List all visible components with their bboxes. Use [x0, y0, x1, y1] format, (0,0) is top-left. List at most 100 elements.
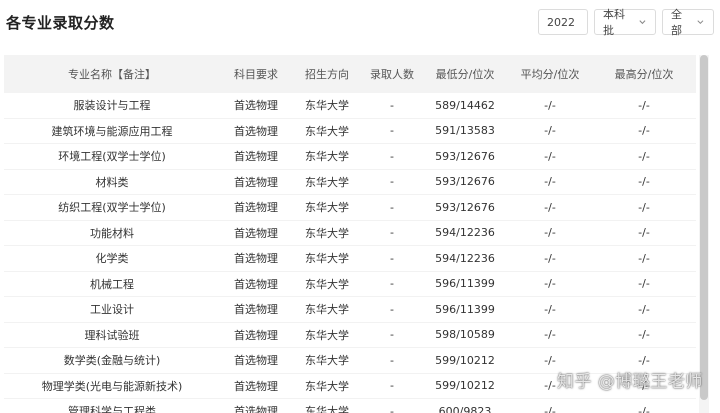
cell-max-score-rank: -/-: [592, 143, 696, 170]
header-admitted-count: 录取人数: [362, 55, 422, 93]
chevron-down-icon: [697, 20, 704, 25]
cell-max-score-rank: -/-: [592, 194, 696, 221]
table-row: 工业设计 首选物理 东华大学 -596/11399 -/- -/-: [4, 296, 696, 323]
cell-min-score-rank: 599/10212: [422, 347, 508, 374]
cell-subject-requirement: 首选物理: [220, 373, 292, 399]
cell-major-name: 纺织工程(双学士学位): [4, 194, 220, 221]
header-max-score-rank: 最高分/位次: [592, 55, 696, 93]
cell-enrollment-direction: 东华大学: [292, 271, 362, 297]
cell-major-name: 数学类(金融与统计): [4, 347, 220, 374]
cell-avg-score-rank: -/-: [508, 93, 592, 119]
cell-major-name: 物理学类(光电与能源新技术): [4, 373, 220, 399]
table-row: 管理科学与工程类 首选物理 东华大学 -600/9823 -/- -/-: [4, 398, 696, 413]
cell-min-score-rank: 594/12236: [422, 245, 508, 272]
cell-enrollment-direction: 东华大学: [292, 245, 362, 272]
cell-major-name: 环境工程(双学士学位): [4, 143, 220, 170]
cell-max-score-rank: -/-: [592, 118, 696, 144]
scope-select-value: 全部: [671, 8, 682, 37]
cell-major-name: 机械工程: [4, 271, 220, 297]
cell-min-score-rank: 598/10589: [422, 322, 508, 348]
cell-enrollment-direction: 东华大学: [292, 169, 362, 195]
table-scrollbar[interactable]: [699, 55, 709, 413]
cell-max-score-rank: -/-: [592, 169, 696, 195]
cell-avg-score-rank: -/-: [508, 322, 592, 348]
cell-avg-score-rank: -/-: [508, 194, 592, 221]
cell-admitted-count: -: [362, 143, 422, 170]
batch-select[interactable]: 本科批: [594, 8, 656, 37]
header-avg-score-rank: 平均分/位次: [508, 55, 592, 93]
table-row: 纺织工程(双学士学位) 首选物理 东华大学 -593/12676 -/- -/-: [4, 194, 696, 221]
cell-admitted-count: -: [362, 118, 422, 144]
cell-subject-requirement: 首选物理: [220, 296, 292, 323]
cell-subject-requirement: 首选物理: [220, 322, 292, 348]
cell-max-score-rank: -/-: [592, 93, 696, 119]
cell-max-score-rank: -/-: [592, 322, 696, 348]
cell-max-score-rank: -/-: [592, 373, 696, 399]
scores-table: 专业名称【备注】 科目要求 招生方向 录取人数 最低分/位次 平均分/位次 最高…: [4, 55, 696, 413]
year-select-value: 2022: [547, 15, 575, 29]
header-major-name: 专业名称【备注】: [4, 55, 220, 93]
table-header-row: 专业名称【备注】 科目要求 招生方向 录取人数 最低分/位次 平均分/位次 最高…: [4, 55, 696, 93]
cell-major-name: 服装设计与工程: [4, 93, 220, 119]
cell-major-name: 化学类: [4, 245, 220, 272]
cell-subject-requirement: 首选物理: [220, 143, 292, 170]
chevron-down-icon: [639, 20, 646, 25]
cell-admitted-count: -: [362, 271, 422, 297]
table-row: 数学类(金融与统计) 首选物理 东华大学 -599/10212 -/- -/-: [4, 347, 696, 374]
cell-major-name: 材料类: [4, 169, 220, 195]
cell-avg-score-rank: -/-: [508, 245, 592, 272]
header-subject-requirement: 科目要求: [220, 55, 292, 93]
cell-major-name: 建筑环境与能源应用工程: [4, 118, 220, 144]
cell-subject-requirement: 首选物理: [220, 93, 292, 119]
batch-select-value: 本科批: [603, 8, 625, 37]
table-row: 服装设计与工程 首选物理 东华大学 -589/14462 -/- -/-: [4, 93, 696, 119]
cell-max-score-rank: -/-: [592, 245, 696, 272]
cell-enrollment-direction: 东华大学: [292, 194, 362, 221]
cell-min-score-rank: 589/14462: [422, 93, 508, 119]
cell-min-score-rank: 593/12676: [422, 194, 508, 221]
table-row: 功能材料 首选物理 东华大学 -594/12236 -/- -/-: [4, 220, 696, 246]
table-row: 物理学类(光电与能源新技术) 首选物理 东华大学 -599/10212 -/- -/-: [4, 373, 696, 399]
year-select[interactable]: 2022: [538, 9, 588, 35]
cell-admitted-count: -: [362, 169, 422, 195]
cell-admitted-count: -: [362, 245, 422, 272]
cell-admitted-count: -: [362, 347, 422, 374]
cell-admitted-count: -: [362, 398, 422, 413]
cell-min-score-rank: 593/12676: [422, 169, 508, 195]
cell-subject-requirement: 首选物理: [220, 347, 292, 374]
scores-table-container: 专业名称【备注】 科目要求 招生方向 录取人数 最低分/位次 平均分/位次 最高…: [4, 55, 696, 413]
cell-major-name: 理科试验班: [4, 322, 220, 348]
cell-subject-requirement: 首选物理: [220, 245, 292, 272]
cell-min-score-rank: 591/13583: [422, 118, 508, 144]
table-row: 环境工程(双学士学位) 首选物理 东华大学 -593/12676 -/- -/-: [4, 143, 696, 170]
table-row: 理科试验班 首选物理 东华大学 -598/10589 -/- -/-: [4, 322, 696, 348]
cell-min-score-rank: 594/12236: [422, 220, 508, 246]
cell-max-score-rank: -/-: [592, 271, 696, 297]
scope-select[interactable]: 全部: [662, 8, 714, 37]
cell-subject-requirement: 首选物理: [220, 194, 292, 221]
cell-max-score-rank: -/-: [592, 398, 696, 413]
cell-avg-score-rank: -/-: [508, 373, 592, 399]
scrollbar-thumb[interactable]: [700, 55, 708, 400]
cell-admitted-count: -: [362, 373, 422, 399]
cell-avg-score-rank: -/-: [508, 220, 592, 246]
cell-subject-requirement: 首选物理: [220, 271, 292, 297]
cell-avg-score-rank: -/-: [508, 296, 592, 323]
cell-min-score-rank: 600/9823: [422, 398, 508, 413]
cell-admitted-count: -: [362, 220, 422, 246]
cell-max-score-rank: -/-: [592, 296, 696, 323]
cell-admitted-count: -: [362, 296, 422, 323]
cell-min-score-rank: 599/10212: [422, 373, 508, 399]
page-title: 各专业录取分数: [6, 14, 115, 32]
header-enrollment-direction: 招生方向: [292, 55, 362, 93]
cell-admitted-count: -: [362, 93, 422, 119]
cell-avg-score-rank: -/-: [508, 347, 592, 374]
cell-enrollment-direction: 东华大学: [292, 143, 362, 170]
cell-major-name: 管理科学与工程类: [4, 398, 220, 413]
cell-major-name: 工业设计: [4, 296, 220, 323]
cell-max-score-rank: -/-: [592, 347, 696, 374]
cell-enrollment-direction: 东华大学: [292, 347, 362, 374]
cell-avg-score-rank: -/-: [508, 169, 592, 195]
cell-subject-requirement: 首选物理: [220, 169, 292, 195]
cell-min-score-rank: 593/12676: [422, 143, 508, 170]
